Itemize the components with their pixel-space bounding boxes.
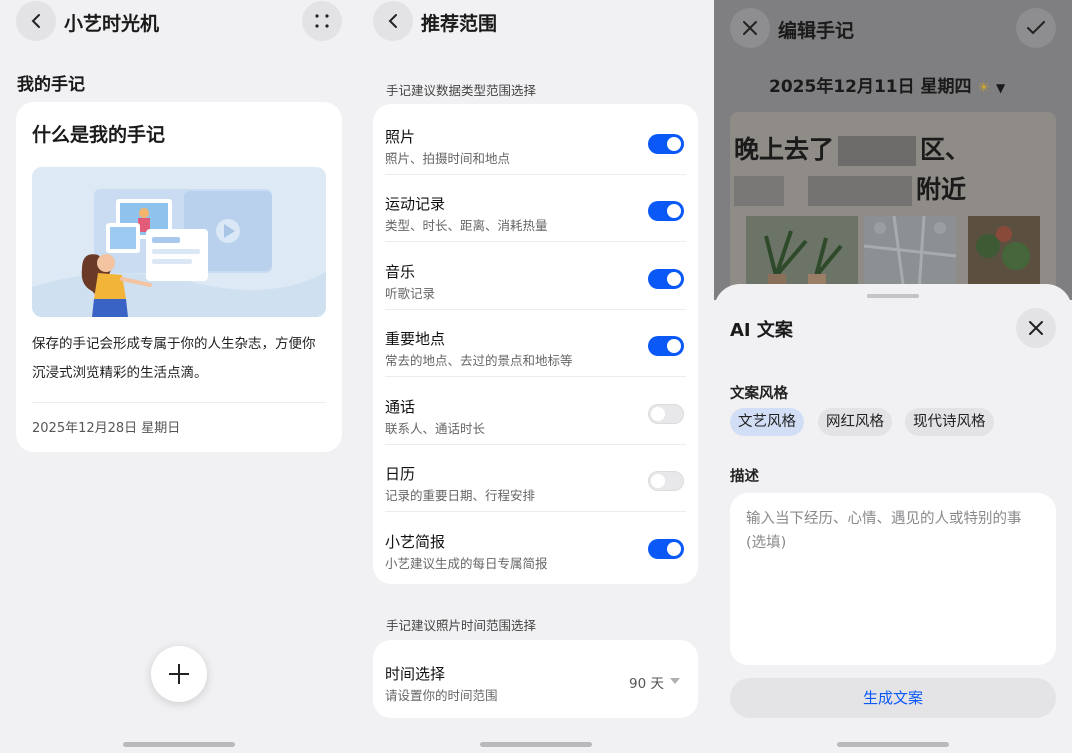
calls-toggle[interactable] (648, 404, 684, 424)
intro-illustration (32, 167, 326, 317)
row-title: 照片 (385, 128, 416, 146)
row-title: 运动记录 (385, 195, 446, 213)
row-subtitle: 听歌记录 (385, 286, 436, 301)
style-chip-modern-poetry[interactable]: 现代诗风格 (905, 408, 994, 436)
journal-photo-map[interactable] (863, 215, 957, 293)
row-subtitle: 小艺建议生成的每日专属简报 (385, 556, 548, 571)
row-title: 音乐 (385, 263, 416, 281)
description-input[interactable]: 输入当下经历、心情、遇见的人或特别的事 (选填) (730, 493, 1056, 665)
photo-time-section-label: 手记建议照片时间范围选择 (386, 618, 537, 633)
row-subtitle: 请设置你的时间范围 (385, 688, 498, 703)
setting-row-calendar[interactable]: 日历 记录的重要日期、行程安排 (373, 445, 698, 512)
time-select-card: 时间选择 请设置你的时间范围 90 天 (373, 640, 698, 718)
ai-copywriting-sheet: AI 文案 文案风格 文艺风格 网红风格 现代诗风格 描述 输入当下经历、心情、… (714, 284, 1072, 753)
blurred-text (734, 176, 784, 206)
places-toggle[interactable] (648, 336, 684, 356)
data-type-section-label: 手记建议数据类型范围选择 (386, 83, 537, 98)
blurred-text (808, 176, 912, 206)
style-chip-influencer[interactable]: 网红风格 (818, 408, 892, 436)
photos-toggle[interactable] (648, 134, 684, 154)
chevron-left-icon (31, 14, 40, 28)
journal-photo-flowers[interactable] (968, 216, 1040, 292)
sheet-title: AI 文案 (730, 320, 793, 341)
intro-card[interactable]: 什么是我的手记 保存的手记会形成专属于你的人生杂志，方便你沉浸式浏览精彩的生活点… (16, 102, 342, 452)
setting-row-briefing[interactable]: 小艺简报 小艺建议生成的每日专属简报 (373, 513, 698, 580)
row-subtitle: 联系人、通话时长 (385, 421, 486, 436)
row-title: 时间选择 (385, 665, 446, 683)
music-toggle[interactable] (648, 269, 684, 289)
sheet-drag-handle[interactable] (867, 294, 919, 298)
dimmed-editor-background: 编辑手记 2025年12月11日 星期四 ☀ ▼ 晚上去了 区、 附近 (714, 0, 1072, 300)
caret-down-icon[interactable] (670, 678, 680, 684)
row-subtitle: 常去的地点、去过的景点和地标等 (385, 353, 573, 368)
row-subtitle: 类型、时长、距离、消耗热量 (385, 218, 548, 233)
close-button[interactable] (730, 8, 770, 48)
workout-toggle[interactable] (648, 201, 684, 221)
confirm-button[interactable] (1016, 8, 1056, 48)
close-icon (743, 21, 757, 35)
row-title: 小艺简报 (385, 533, 446, 551)
generate-copy-button[interactable]: 生成文案 (730, 678, 1056, 718)
row-title: 日历 (385, 465, 416, 483)
chevron-left-icon (388, 14, 397, 28)
briefing-toggle[interactable] (648, 539, 684, 559)
page-title: 小艺时光机 (64, 13, 160, 35)
home-indicator[interactable] (123, 742, 235, 747)
journal-photo-plants[interactable] (746, 216, 858, 292)
editor-title: 编辑手记 (778, 20, 855, 42)
row-title: 重要地点 (385, 330, 446, 348)
note-text[interactable]: 晚上去了 区、 附近 (734, 130, 1034, 210)
journal-home-panel: 小艺时光机 我的手记 什么是我的手记 保存的手记会形成专属于你的人生杂志，方便你… (0, 0, 357, 753)
setting-row-workout[interactable]: 运动记录 类型、时长、距离、消耗热量 (373, 175, 698, 242)
journal-date[interactable]: 2025年12月11日 星期四 ☀ ▼ (769, 72, 1005, 97)
data-type-list: 照片 照片、拍摄时间和地点 运动记录 类型、时长、距离、消耗热量 音乐 听歌记录… (373, 104, 698, 584)
close-icon (1029, 321, 1043, 335)
more-button[interactable] (302, 1, 342, 41)
section-title: 我的手记 (17, 75, 85, 95)
check-icon (1027, 21, 1045, 35)
divider (32, 402, 326, 403)
card-heading: 什么是我的手记 (32, 124, 166, 146)
calendar-toggle[interactable] (648, 471, 684, 491)
row-subtitle: 照片、拍摄时间和地点 (385, 151, 511, 166)
row-subtitle: 记录的重要日期、行程安排 (385, 488, 536, 503)
edit-journal-panel: 编辑手记 2025年12月11日 星期四 ☀ ▼ 晚上去了 区、 附近 AI 文案 (714, 0, 1072, 753)
back-button[interactable] (373, 1, 413, 41)
home-indicator[interactable] (480, 742, 592, 747)
add-journal-button[interactable] (151, 646, 207, 702)
card-description: 保存的手记会形成专属于你的人生杂志，方便你沉浸式浏览精彩的生活点滴。 (32, 336, 316, 381)
plus-icon (169, 664, 189, 684)
caret-down-icon: ▼ (995, 81, 1006, 95)
time-select-row[interactable]: 时间选择 请设置你的时间范围 90 天 (373, 645, 698, 712)
style-label: 文案风格 (730, 386, 788, 402)
description-label: 描述 (730, 469, 759, 485)
card-date: 2025年12月28日 星期日 (32, 421, 181, 436)
blurred-text (838, 136, 917, 166)
setting-row-calls[interactable]: 通话 联系人、通话时长 (373, 378, 698, 445)
style-chip-literary[interactable]: 文艺风格 (730, 408, 804, 436)
time-select-value[interactable]: 90 天 (629, 672, 664, 692)
setting-row-music[interactable]: 音乐 听歌记录 (373, 243, 698, 310)
recommendation-scope-panel: 推荐范围 手记建议数据类型范围选择 照片 照片、拍摄时间和地点 运动记录 类型、… (357, 0, 714, 753)
setting-row-places[interactable]: 重要地点 常去的地点、去过的景点和地标等 (373, 310, 698, 377)
sun-icon: ☀ (977, 80, 991, 96)
dots-grid-icon (315, 14, 329, 28)
page-title: 推荐范围 (421, 13, 498, 35)
row-title: 通话 (385, 398, 416, 416)
setting-row-photos[interactable]: 照片 照片、拍摄时间和地点 (373, 108, 698, 175)
back-button[interactable] (16, 1, 56, 41)
sheet-close-button[interactable] (1016, 308, 1056, 348)
home-indicator[interactable] (837, 742, 949, 747)
